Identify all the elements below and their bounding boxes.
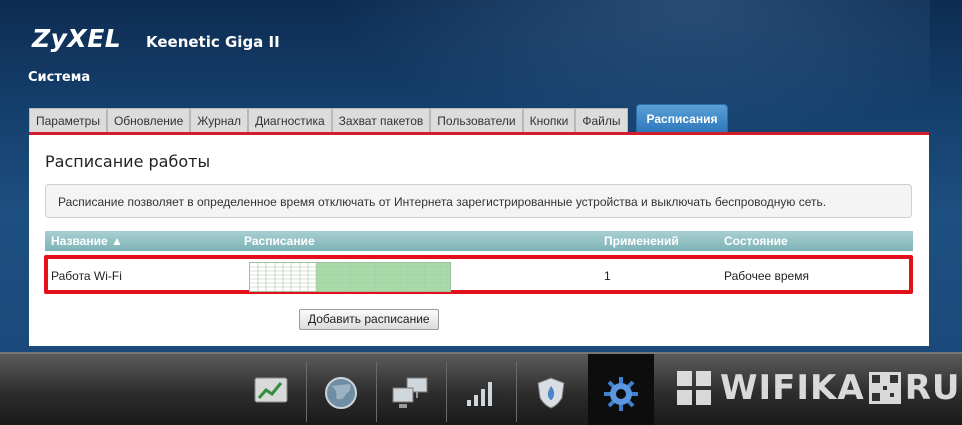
- table-header: Название ▲ Расписание Применений Состоян…: [45, 231, 913, 251]
- watermark-suffix: RU: [904, 368, 961, 408]
- column-name-header[interactable]: Название ▲: [51, 234, 123, 248]
- tab-log[interactable]: Журнал: [190, 108, 249, 132]
- tab-packet-capture[interactable]: Захват пакетов: [331, 108, 431, 132]
- tab-users[interactable]: Пользователи: [430, 108, 523, 132]
- site-watermark: WIFIKA RU: [676, 368, 961, 408]
- taskbar-divider: [306, 362, 307, 422]
- add-schedule-button[interactable]: Добавить расписание: [299, 309, 439, 330]
- tab-files[interactable]: Файлы: [575, 108, 628, 132]
- row-state: Рабочее время: [724, 269, 809, 283]
- schedule-grid: [250, 263, 450, 291]
- globe-icon[interactable]: [308, 364, 374, 425]
- schedule-panel: Расписание работы Расписание позволяет в…: [29, 135, 929, 346]
- column-schedule-header: Расписание: [244, 234, 315, 248]
- qr-code-icon: [868, 372, 901, 404]
- network-computers-icon[interactable]: [378, 364, 444, 425]
- watermark-text: WIFIKA: [720, 368, 865, 408]
- monitor-chart-icon[interactable]: [238, 364, 304, 425]
- signal-bars-icon[interactable]: [448, 364, 514, 425]
- info-box: Расписание позволяет в определенное врем…: [45, 184, 912, 218]
- column-applied-header: Применений: [604, 234, 679, 248]
- row-name[interactable]: Работа Wi-Fi: [51, 269, 122, 283]
- brand-logo: ZyXEL: [32, 24, 122, 53]
- tab-parameters[interactable]: Параметры: [29, 108, 107, 132]
- grid-logo-icon: [677, 371, 711, 405]
- taskbar-divider: [376, 362, 377, 422]
- shield-flame-icon[interactable]: [518, 364, 584, 425]
- tab-bar: Параметры Обновление Журнал Диагностика …: [29, 104, 729, 132]
- column-state-header: Состояние: [724, 234, 788, 248]
- row-applied-count: 1: [604, 269, 611, 283]
- panel-title: Расписание работы: [45, 152, 211, 171]
- model-name: Keenetic Giga II: [146, 33, 280, 51]
- tab-update[interactable]: Обновление: [106, 108, 191, 132]
- tab-buttons[interactable]: Кнопки: [522, 108, 576, 132]
- taskbar-divider: [446, 362, 447, 422]
- tab-schedules[interactable]: Расписания: [635, 104, 729, 132]
- tab-diagnostics[interactable]: Диагностика: [248, 108, 332, 132]
- gear-icon[interactable]: [588, 354, 654, 425]
- schedule-preview[interactable]: [249, 262, 451, 292]
- section-title: Система: [28, 70, 91, 85]
- taskbar-divider: [516, 362, 517, 422]
